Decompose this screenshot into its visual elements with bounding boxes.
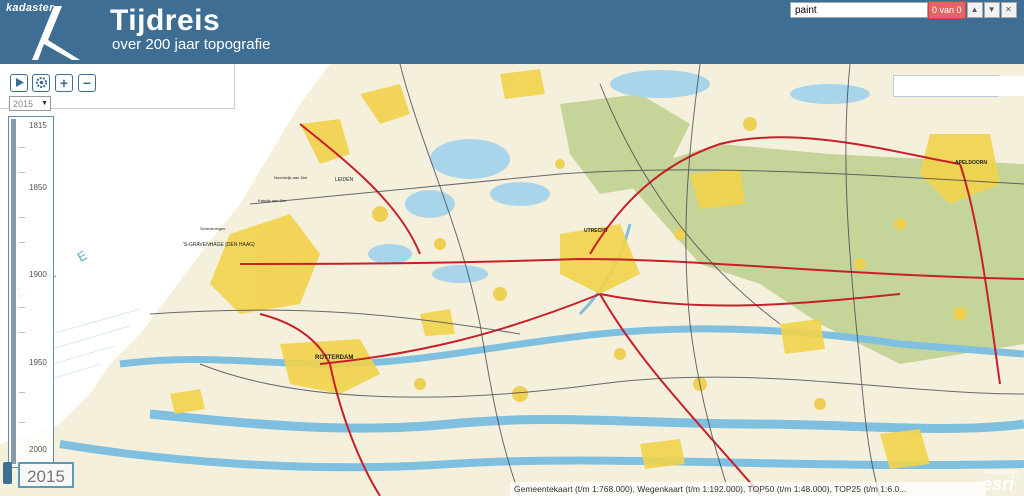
kadaster-logo-icon <box>32 6 80 60</box>
esri-wordmark: esri <box>982 474 1015 494</box>
zoom-in-button[interactable]: + <box>55 74 73 92</box>
chevron-down-icon: ▼ <box>41 100 48 107</box>
chevron-up-icon[interactable]: ▲ <box>966 2 983 18</box>
timeline-handle[interactable] <box>3 462 12 484</box>
find-input[interactable] <box>790 2 928 18</box>
place-label: 'S-GRAVENHAGE (DEN HAAG) <box>183 242 255 248</box>
place-label: Scheveningen <box>200 226 225 231</box>
timeline-tick <box>19 147 25 148</box>
find-bar: 0 van 0 ▲ ▼ ✕ <box>790 1 1022 19</box>
timeline-tick <box>19 307 25 308</box>
timeline-label: 2000 <box>29 445 47 454</box>
map-search <box>893 75 1024 97</box>
timeline-slider[interactable]: 1815 1850 1900 1950 2000 <box>8 116 54 468</box>
timeline-label: 1900 <box>29 270 47 279</box>
place-label: UTRECHT <box>584 228 608 234</box>
timeline-track[interactable] <box>11 119 16 464</box>
app-subtitle: over 200 jaar topografie <box>112 36 271 53</box>
timeline-tick <box>19 422 25 423</box>
app-title: Tijdreis <box>110 4 221 37</box>
topographic-map[interactable]: Z E E 'S-GRAVENHAGE (DEN HAAG) ROTTERDAM… <box>0 64 1024 496</box>
timeline-tick <box>19 217 25 218</box>
app-header: kadaster Tijdreis over 200 jaar topograf… <box>0 0 1024 64</box>
find-match-count: 0 van 0 <box>928 1 966 19</box>
timeline-tick <box>19 332 25 333</box>
close-icon[interactable]: ✕ <box>1000 2 1017 18</box>
esri-logo[interactable]: POWERED BY esri <box>982 470 1022 494</box>
map-search-input[interactable] <box>894 76 1024 96</box>
place-label: Katwijk aan Zee <box>258 198 287 203</box>
timeline-label: 1950 <box>29 358 47 367</box>
year-select[interactable]: 2015 ▼ <box>9 96 51 111</box>
place-label: ROTTERDAM <box>315 355 353 361</box>
map-attribution: Gemeentekaart (t/m 1:768.000), Wegenkaar… <box>510 482 986 496</box>
gear-icon[interactable] <box>32 74 50 92</box>
current-year-display: 2015 <box>18 462 74 488</box>
timeline-label: 1850 <box>29 183 47 192</box>
place-label: LEIDEN <box>335 177 353 183</box>
year-select-value: 2015 <box>13 99 34 109</box>
chevron-down-icon[interactable]: ▼ <box>983 2 1000 18</box>
place-label: Noordwijk aan Zee <box>274 175 308 180</box>
map-canvas[interactable]: Z E E 'S-GRAVENHAGE (DEN HAAG) ROTTERDAM… <box>0 64 1024 496</box>
zoom-out-button[interactable]: − <box>78 74 96 92</box>
play-icon[interactable] <box>10 74 28 92</box>
timeline-tick <box>19 392 25 393</box>
timeline-tick <box>19 172 25 173</box>
timeline-label: 1815 <box>29 121 47 130</box>
place-label: APELDOORN <box>955 160 987 166</box>
timeline-tick <box>19 242 25 243</box>
